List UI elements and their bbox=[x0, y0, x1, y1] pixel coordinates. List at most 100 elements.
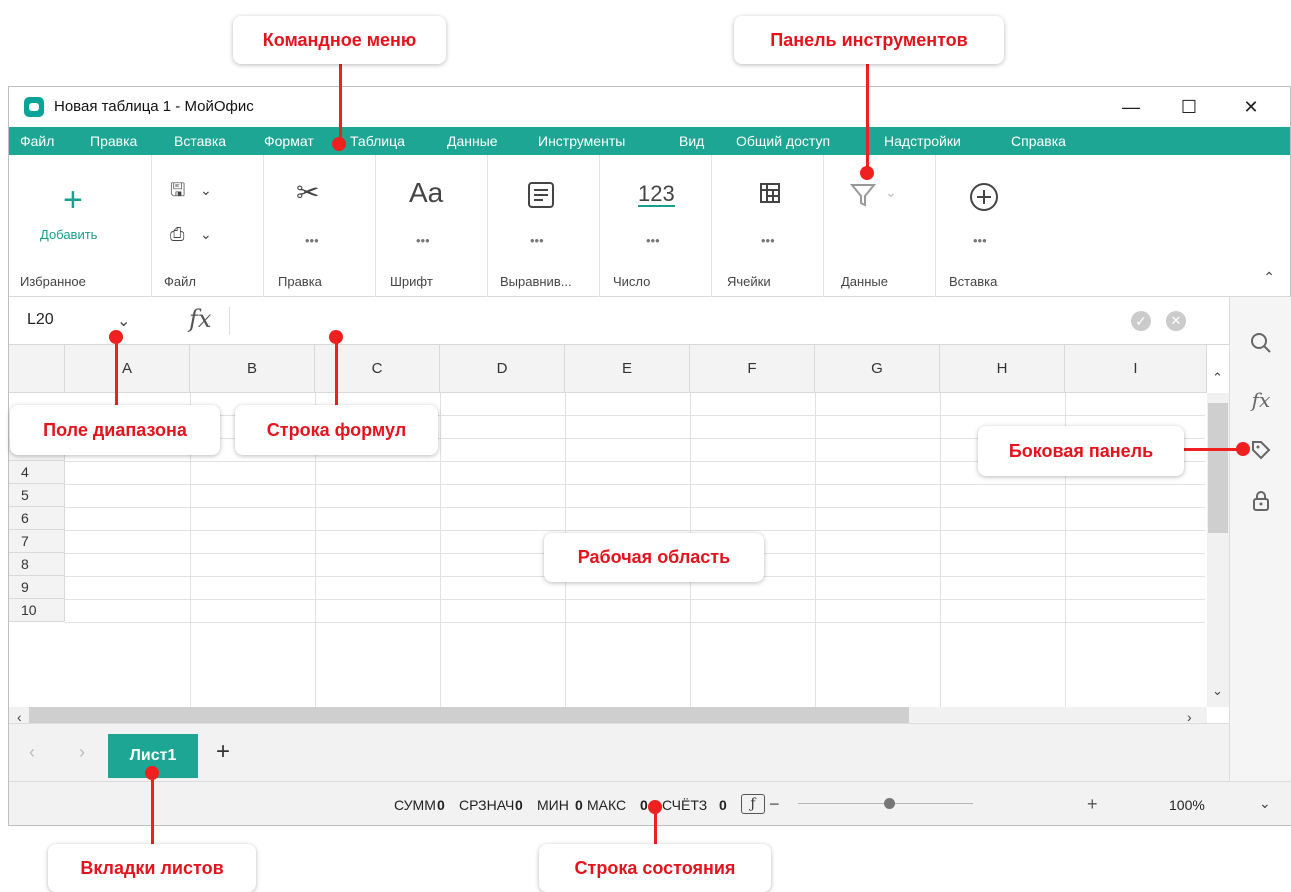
column-header-g[interactable]: G bbox=[815, 345, 940, 393]
grid-row-line bbox=[65, 507, 1205, 508]
next-sheet-icon[interactable]: › bbox=[79, 742, 85, 763]
menu-format[interactable]: Формат bbox=[264, 133, 314, 149]
menu-help[interactable]: Справка bbox=[1011, 133, 1066, 149]
edit-more-button[interactable]: ••• bbox=[305, 233, 319, 248]
zoom-out-icon[interactable]: − bbox=[769, 794, 780, 815]
column-header-i[interactable]: I bbox=[1065, 345, 1207, 393]
callout-status-bar: Строка состояния bbox=[539, 844, 771, 892]
row-header-9[interactable]: 9 bbox=[9, 576, 65, 599]
menu-edit[interactable]: Правка bbox=[90, 133, 137, 149]
callout-dot-command-menu bbox=[332, 137, 346, 151]
column-header-b[interactable]: B bbox=[190, 345, 315, 393]
save-icon[interactable]: 🖫 bbox=[170, 181, 185, 199]
select-all-corner[interactable] bbox=[9, 345, 65, 393]
menu-tools[interactable]: Инструменты bbox=[538, 133, 625, 149]
tag-icon[interactable] bbox=[1249, 438, 1273, 462]
search-icon[interactable] bbox=[1249, 331, 1273, 355]
formula-bar: L20 ⌄ fx ✓ ✕ bbox=[9, 297, 1229, 345]
grid-column-line bbox=[440, 393, 441, 707]
menu-addons[interactable]: Надстройки bbox=[884, 133, 961, 149]
menu-table[interactable]: Таблица bbox=[350, 133, 405, 149]
formula-mode-icon[interactable]: ƒ bbox=[741, 794, 765, 814]
zoom-in-icon[interactable]: + bbox=[1087, 794, 1098, 815]
check-icon[interactable]: ✓ bbox=[1131, 311, 1151, 331]
window-title: Новая таблица 1 - МойОфис bbox=[54, 98, 254, 115]
function-icon[interactable]: fx bbox=[1249, 388, 1273, 412]
row-header-5[interactable]: 5 bbox=[9, 484, 65, 507]
scroll-down-icon[interactable]: ⌄ bbox=[1212, 683, 1223, 699]
ribbon-collapse-icon[interactable]: ⌃ bbox=[1263, 269, 1275, 286]
app-logo-icon bbox=[24, 97, 44, 117]
lock-icon[interactable] bbox=[1249, 489, 1273, 513]
minimize-button[interactable]: — bbox=[1108, 87, 1154, 127]
callout-sidebar: Боковая панель bbox=[978, 426, 1184, 476]
callout-dot-formula-bar bbox=[329, 330, 343, 344]
callout-workspace: Рабочая область bbox=[544, 533, 764, 582]
row-header-7[interactable]: 7 bbox=[9, 530, 65, 553]
range-field[interactable]: L20 bbox=[27, 311, 54, 329]
save-menu-chevron-icon[interactable]: ⌄ bbox=[200, 183, 212, 197]
previous-sheet-icon[interactable]: ‹ bbox=[29, 742, 35, 763]
zoom-dropdown-icon[interactable]: ⌄ bbox=[1259, 795, 1271, 812]
number-more-button[interactable]: ••• bbox=[646, 233, 660, 248]
menu-file[interactable]: Файл bbox=[20, 133, 54, 149]
maximize-button[interactable]: ☐ bbox=[1166, 87, 1212, 127]
vertical-scroll-thumb[interactable] bbox=[1208, 403, 1228, 533]
add-favorite-button[interactable]: Добавить bbox=[40, 227, 97, 242]
callout-line-toolbar bbox=[866, 64, 869, 174]
filter-icon[interactable] bbox=[850, 183, 876, 207]
menu-view[interactable]: Вид bbox=[679, 133, 704, 149]
callout-line-formula-bar bbox=[335, 338, 338, 405]
cells-icon[interactable] bbox=[758, 181, 782, 205]
font-icon[interactable]: Aa bbox=[409, 179, 443, 207]
cells-more-button[interactable]: ••• bbox=[761, 233, 775, 248]
average-value: 0 bbox=[515, 797, 523, 813]
data-group-label: Данные bbox=[841, 274, 888, 289]
print-menu-chevron-icon[interactable]: ⌄ bbox=[200, 227, 212, 241]
number-format-icon[interactable]: 123 bbox=[638, 183, 675, 207]
zoom-value[interactable]: 100% bbox=[1169, 797, 1205, 813]
menu-data[interactable]: Данные bbox=[447, 133, 498, 149]
callout-range-field: Поле диапазона bbox=[10, 405, 220, 455]
row-header-4[interactable]: 4 bbox=[9, 461, 65, 484]
print-icon[interactable]: ⎙ bbox=[170, 225, 184, 243]
menu-sharing[interactable]: Общий доступ bbox=[736, 133, 830, 149]
range-dropdown-icon[interactable]: ⌄ bbox=[117, 311, 130, 331]
menu-insert[interactable]: Вставка bbox=[174, 133, 226, 149]
scroll-up-icon[interactable]: ⌃ bbox=[1212, 370, 1223, 386]
insert-more-button[interactable]: ••• bbox=[973, 233, 987, 248]
column-header-d[interactable]: D bbox=[440, 345, 565, 393]
callout-line-command-menu bbox=[339, 64, 342, 144]
insert-group-label: Вставка bbox=[949, 274, 998, 289]
align-group: ••• Выравнив... bbox=[488, 155, 600, 297]
row-header-6[interactable]: 6 bbox=[9, 507, 65, 530]
row-header-8[interactable]: 8 bbox=[9, 553, 65, 576]
min-label: МИН bbox=[537, 797, 569, 813]
font-more-button[interactable]: ••• bbox=[416, 233, 430, 248]
font-group: Aa ••• Шрифт bbox=[376, 155, 488, 297]
add-sheet-button[interactable]: + bbox=[216, 738, 230, 766]
favorites-group: + Добавить Избранное bbox=[9, 155, 152, 297]
column-header-f[interactable]: F bbox=[690, 345, 815, 393]
scissors-icon[interactable]: ✂ bbox=[296, 179, 319, 207]
plus-icon[interactable]: + bbox=[63, 183, 83, 217]
min-value: 0 bbox=[575, 797, 583, 813]
insert-circle-icon[interactable] bbox=[968, 181, 1000, 213]
column-header-h[interactable]: H bbox=[940, 345, 1065, 393]
close-button[interactable]: ✕ bbox=[1228, 87, 1274, 127]
cancel-icon[interactable]: ✕ bbox=[1166, 311, 1186, 331]
average-label: СРЗНАЧ bbox=[459, 797, 515, 813]
row-header-10[interactable]: 10 bbox=[9, 599, 65, 622]
filter-chevron-icon[interactable]: ⌄ bbox=[885, 185, 897, 199]
fx-icon[interactable]: fx bbox=[189, 305, 211, 333]
column-header-c[interactable]: C bbox=[315, 345, 440, 393]
column-header-a[interactable]: A bbox=[65, 345, 190, 393]
align-icon[interactable] bbox=[526, 180, 556, 210]
callout-line-sidebar bbox=[1184, 448, 1242, 451]
callout-sheet-tabs: Вкладки листов bbox=[48, 844, 256, 892]
favorites-group-label: Избранное bbox=[20, 274, 86, 289]
callout-dot-status-bar bbox=[648, 800, 662, 814]
align-more-button[interactable]: ••• bbox=[530, 233, 544, 248]
column-header-e[interactable]: E bbox=[565, 345, 690, 393]
zoom-slider-handle[interactable] bbox=[884, 798, 895, 809]
